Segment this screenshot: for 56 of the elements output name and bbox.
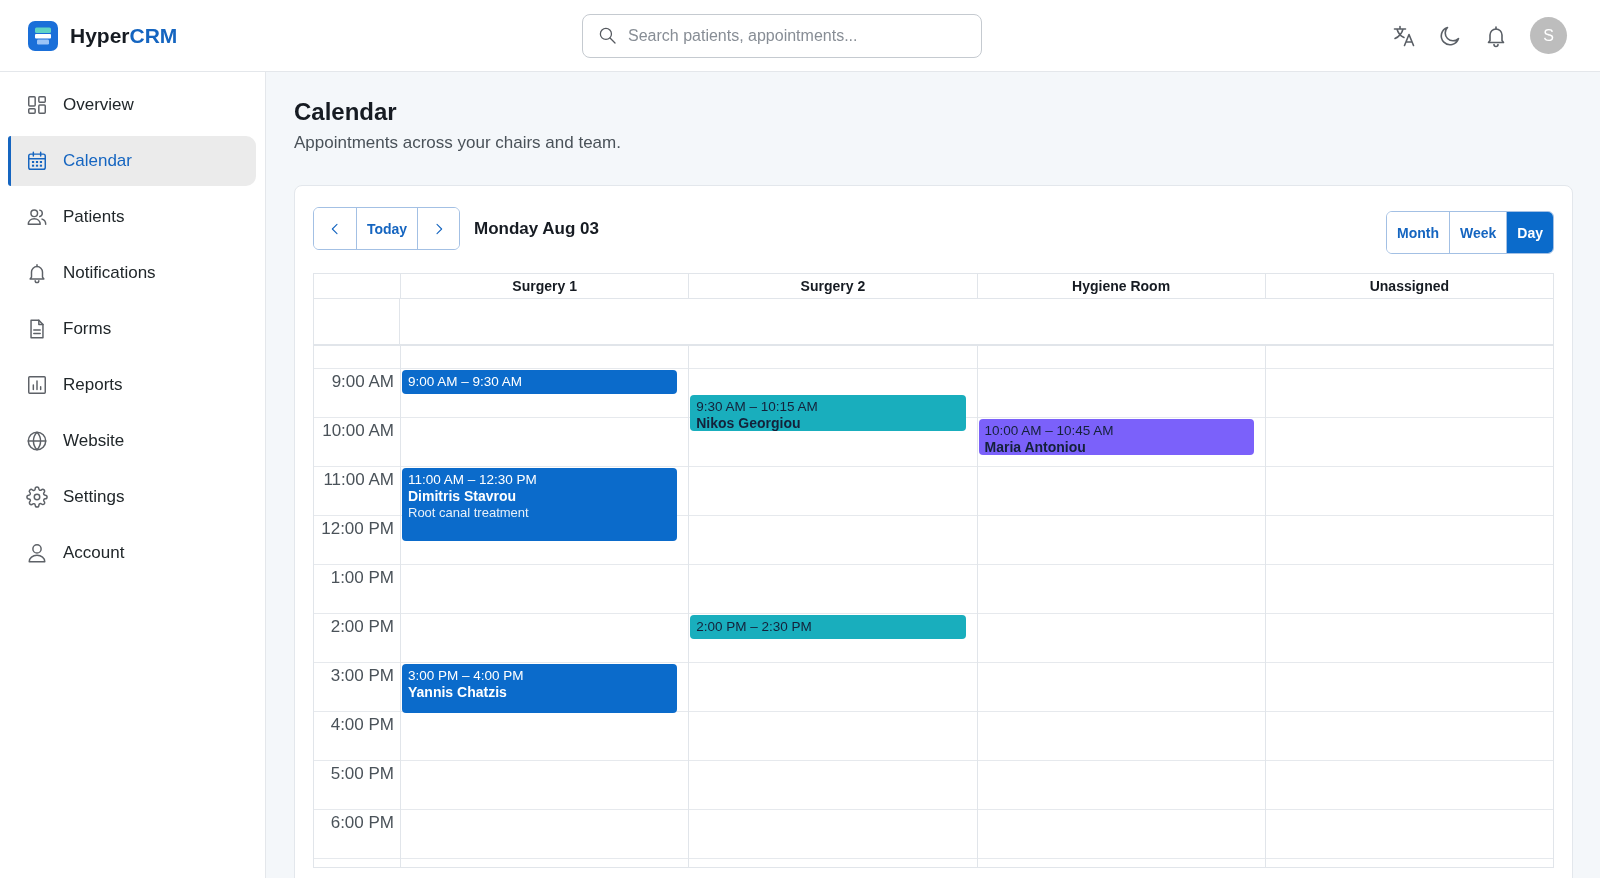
time-label: 10:00 AM — [322, 421, 394, 440]
column-header: Unassigned — [1264, 274, 1553, 298]
column-header: Surgery 2 — [688, 274, 977, 298]
settings-icon — [26, 486, 48, 508]
appointment-time: 10:00 AM – 10:45 AM — [984, 422, 1115, 439]
bar-chart-icon — [26, 374, 48, 396]
time-label: 6:00 PM — [330, 813, 394, 832]
appointment-time: 9:30 AM – 10:15 AM — [696, 397, 819, 415]
appointment-time: 11:00 AM – 12:30 PM — [408, 471, 538, 488]
person-icon — [26, 542, 48, 564]
page-subtitle: Appointments across your chairs and team. — [294, 132, 622, 154]
column-header: Hygiene Room — [976, 274, 1265, 298]
sidebar-item[interactable]: Account — [8, 528, 256, 578]
time-label: 2:00 PM — [330, 617, 394, 636]
time-label: 3:00 PM — [330, 666, 394, 685]
search-icon — [598, 25, 617, 45]
appointment-card[interactable]: 2:00 PM – 2:30 PM — [690, 615, 966, 639]
appointment-card[interactable]: 3:00 PM – 4:00 PM Yannis Chatzis — [402, 664, 678, 713]
sidebar-item[interactable]: Calendar — [8, 136, 256, 186]
patient-name: Maria Antoniou — [984, 439, 1087, 455]
sidebar-item[interactable]: Reports — [8, 360, 256, 410]
appointment-card[interactable]: 9:00 AM – 9:30 AM — [402, 370, 678, 394]
column-header: Surgery 1 — [400, 274, 689, 298]
translate-icon[interactable] — [1392, 23, 1416, 48]
time-label: 11:00 AM — [323, 470, 394, 489]
calendar-icon — [26, 150, 48, 172]
people-icon — [26, 206, 48, 228]
appointment-card[interactable]: 10:00 AM – 10:45 AM Maria Antoniou — [978, 419, 1254, 456]
page-title: Calendar — [294, 97, 398, 127]
sidebar-item[interactable]: Forms — [8, 304, 256, 354]
time-label: 12:00 PM — [321, 519, 394, 538]
dashboard-icon — [26, 94, 48, 116]
date-heading: Monday Aug 03 — [474, 218, 599, 239]
appointment-time: 2:00 PM – 2:30 PM — [696, 618, 813, 635]
appointment-time: 3:00 PM – 4:00 PM — [408, 667, 525, 684]
time-label: 1:00 PM — [330, 568, 394, 587]
sidebar-item[interactable]: Settings — [8, 472, 256, 522]
sidebar-item[interactable]: Notifications — [8, 248, 256, 298]
time-label: 4:00 PM — [330, 715, 394, 734]
brand-name: HyperCRM — [70, 22, 178, 49]
search-field[interactable]: Search patients, appointments... — [582, 13, 982, 58]
sidebar-item[interactable]: Website — [8, 416, 256, 466]
treatment-label: Root canal treatment — [408, 504, 530, 521]
patient-name: Nikos Georgiou — [696, 414, 802, 431]
logo-icon — [28, 20, 58, 51]
appointment-card[interactable]: 11:00 AM – 12:30 PM Dimitris Stavrou Root canal treatment — [402, 468, 678, 541]
sidebar-item[interactable]: Patients — [8, 192, 256, 242]
globe-icon — [26, 430, 48, 452]
patient-name: Dimitris Stavrou — [408, 488, 518, 504]
appointment-time: 9:00 AM – 9:30 AM — [408, 373, 524, 390]
time-label: 9:00 AM — [331, 372, 394, 391]
sidebar-item[interactable]: Overview — [8, 80, 256, 130]
time-label: 5:00 PM — [330, 764, 394, 783]
appointment-card[interactable]: 9:30 AM – 10:15 AM Nikos Georgiou — [690, 394, 966, 431]
view-tab[interactable]: Day — [1506, 212, 1553, 253]
patient-name: Yannis Chatzis — [408, 684, 508, 700]
